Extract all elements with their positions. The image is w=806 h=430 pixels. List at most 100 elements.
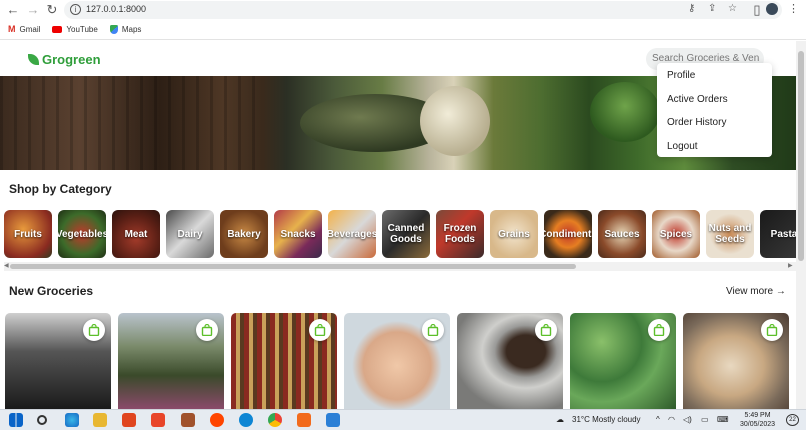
volume-icon[interactable]: ◁) bbox=[683, 415, 692, 424]
new-groceries-heading: New Groceries bbox=[9, 284, 94, 298]
chevron-up-icon[interactable]: ^ bbox=[656, 415, 660, 424]
category-scrollbar[interactable]: ◀ ▶ bbox=[4, 262, 796, 271]
category-label: Nuts and Seeds bbox=[708, 223, 752, 245]
product-card-baby-eating-photo[interactable] bbox=[344, 313, 450, 409]
browser-menu-icon[interactable]: ⋮ bbox=[788, 2, 799, 15]
chrome-icon[interactable] bbox=[268, 413, 282, 427]
weather-status[interactable]: 31°C Mostly cloudy bbox=[572, 415, 641, 424]
bookmark-maps[interactable]: Maps bbox=[109, 24, 141, 34]
add-to-cart-button[interactable] bbox=[309, 319, 331, 341]
profile-avatar[interactable] bbox=[766, 3, 778, 15]
category-label: Spices bbox=[659, 228, 693, 240]
product-card-hillside-town-photo[interactable] bbox=[118, 313, 224, 409]
category-spices[interactable]: Spices bbox=[652, 210, 700, 258]
menu-item-logout[interactable]: Logout bbox=[657, 140, 772, 164]
notification-badge[interactable]: 22 bbox=[786, 414, 799, 426]
product-card-spice-tin-photo[interactable] bbox=[457, 313, 563, 409]
key-icon[interactable]: ⚷ bbox=[688, 3, 695, 14]
reddit-icon[interactable] bbox=[210, 413, 224, 427]
add-to-cart-button[interactable] bbox=[535, 319, 557, 341]
bookmark-gmail[interactable]: M Gmail bbox=[8, 24, 40, 34]
category-canned-goods[interactable]: Canned Goods bbox=[382, 210, 430, 258]
page-scrollbar[interactable] bbox=[796, 41, 806, 409]
view-more-link[interactable]: View more → bbox=[726, 286, 786, 297]
brand-logo[interactable]: Grogreen bbox=[28, 52, 101, 67]
category-scrollbar-thumb[interactable] bbox=[10, 264, 576, 269]
shopping-bag-icon bbox=[427, 324, 439, 336]
category-vegetables[interactable]: Vegetables bbox=[58, 210, 106, 258]
scroll-right-icon[interactable]: ▶ bbox=[788, 262, 793, 271]
word-app-icon[interactable] bbox=[181, 413, 195, 427]
category-nuts-and-seeds[interactable]: Nuts and Seeds bbox=[706, 210, 754, 258]
category-meat[interactable]: Meat bbox=[112, 210, 160, 258]
scroll-left-icon[interactable]: ◀ bbox=[4, 262, 9, 271]
category-label: Canned Goods bbox=[387, 223, 425, 245]
side-panel-icon[interactable]: ▯ bbox=[750, 3, 764, 17]
shopping-bag-icon bbox=[314, 324, 326, 336]
youtube-icon bbox=[52, 25, 63, 33]
category-label: Vegetables bbox=[58, 228, 106, 240]
product-card-cabbages-photo[interactable] bbox=[570, 313, 676, 409]
page-viewport: Grogreen Search Groceries & Ven Profile … bbox=[0, 41, 796, 409]
category-label: Snacks bbox=[280, 228, 316, 240]
bookmark-star-icon[interactable]: ☆ bbox=[728, 3, 737, 14]
file-explorer-icon[interactable] bbox=[93, 413, 107, 427]
category-sauces[interactable]: Sauces bbox=[598, 210, 646, 258]
system-clock[interactable]: 5:49 PM 30/05/2023 bbox=[740, 411, 775, 429]
category-label: Dairy bbox=[177, 228, 203, 240]
user-dropdown-menu: Profile Active Orders Order History Logo… bbox=[657, 63, 772, 157]
keyboard-icon[interactable]: ⌨ bbox=[717, 415, 729, 424]
banner-broccoli bbox=[590, 82, 660, 142]
category-frozen-foods[interactable]: Frozen Foods bbox=[436, 210, 484, 258]
category-fruits[interactable]: Fruits bbox=[4, 210, 52, 258]
clock-time: 5:49 PM bbox=[744, 412, 771, 419]
vscode-icon[interactable] bbox=[326, 413, 340, 427]
category-dairy[interactable]: Dairy bbox=[166, 210, 214, 258]
address-url[interactable]: 127.0.0.1:8000 bbox=[86, 4, 146, 14]
wifi-icon[interactable]: ◠ bbox=[668, 415, 675, 424]
xampp-icon[interactable] bbox=[297, 413, 311, 427]
category-label: Sauces bbox=[604, 228, 640, 240]
menu-item-profile[interactable]: Profile bbox=[657, 69, 772, 93]
banner-wood-texture bbox=[0, 76, 266, 170]
site-info-icon[interactable]: i bbox=[70, 4, 81, 15]
search-icon[interactable] bbox=[37, 415, 47, 425]
category-pasta[interactable]: Pasta bbox=[760, 210, 796, 258]
back-icon[interactable]: ← bbox=[6, 3, 20, 17]
browser-chrome: ← → ↻ i 127.0.0.1:8000 ⚷ ⇪ ☆ ▯ ⋮ M Gmail… bbox=[0, 0, 806, 40]
category-condiments[interactable]: Condiments bbox=[544, 210, 592, 258]
windows-start-icon[interactable] bbox=[9, 413, 23, 427]
shopping-bag-icon bbox=[766, 324, 778, 336]
edge-icon[interactable] bbox=[65, 413, 79, 427]
bookmark-label: Gmail bbox=[19, 24, 41, 34]
banner-onion bbox=[420, 86, 490, 156]
address-bar[interactable]: i 127.0.0.1:8000 ⚷ ⇪ ☆ bbox=[64, 1, 782, 19]
share-icon[interactable]: ⇪ bbox=[708, 3, 716, 14]
office-icon[interactable] bbox=[122, 413, 136, 427]
menu-item-active-orders[interactable]: Active Orders bbox=[657, 93, 772, 117]
bookmark-youtube[interactable]: YouTube bbox=[52, 25, 98, 34]
category-bakery[interactable]: Bakery bbox=[220, 210, 268, 258]
category-grains[interactable]: Grains bbox=[490, 210, 538, 258]
add-to-cart-button[interactable] bbox=[196, 319, 218, 341]
shopping-bag-icon bbox=[540, 324, 552, 336]
brand-name: Grogreen bbox=[42, 52, 101, 67]
category-label: Fruits bbox=[14, 228, 42, 240]
add-to-cart-button[interactable] bbox=[422, 319, 444, 341]
page-scrollbar-thumb[interactable] bbox=[798, 51, 804, 261]
skype-icon[interactable] bbox=[239, 413, 253, 427]
add-to-cart-button[interactable] bbox=[648, 319, 670, 341]
add-to-cart-button[interactable] bbox=[83, 319, 105, 341]
product-card-market-shelf-photo[interactable] bbox=[231, 313, 337, 409]
menu-item-order-history[interactable]: Order History bbox=[657, 116, 772, 140]
category-snacks[interactable]: Snacks bbox=[274, 210, 322, 258]
battery-icon[interactable]: ▭ bbox=[701, 415, 709, 424]
forward-icon[interactable]: → bbox=[26, 3, 40, 17]
add-to-cart-button[interactable] bbox=[761, 319, 783, 341]
shop-app-icon[interactable] bbox=[151, 413, 165, 427]
reload-icon[interactable]: ↻ bbox=[45, 3, 59, 17]
weather-icon[interactable]: ☁ bbox=[556, 415, 564, 424]
product-card-bread-loaf-photo[interactable] bbox=[683, 313, 789, 409]
category-beverages[interactable]: Beverages bbox=[328, 210, 376, 258]
product-card-eiffel-tower-photo[interactable] bbox=[5, 313, 111, 409]
